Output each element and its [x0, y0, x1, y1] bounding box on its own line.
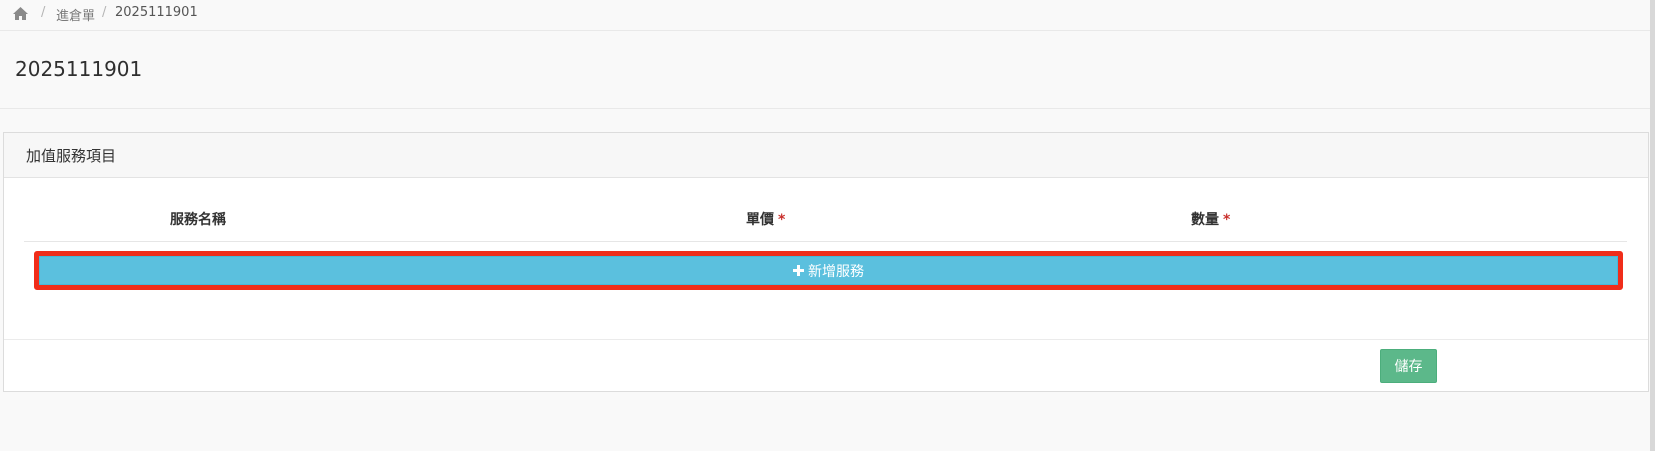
scrollbar[interactable] [1650, 0, 1655, 451]
plus-icon [793, 265, 804, 276]
table-header-divider [24, 241, 1627, 242]
column-header-service-name: 服務名稱 [170, 209, 226, 229]
breadcrumb-bar: / 進倉單 / 2025111901 [0, 0, 1650, 31]
save-button-label: 儲存 [1394, 359, 1423, 375]
home-icon[interactable] [12, 6, 29, 21]
required-mark: * [1223, 212, 1231, 228]
breadcrumb-separator: / [41, 5, 46, 20]
required-mark: * [778, 212, 786, 228]
save-button[interactable]: 儲存 [1380, 349, 1437, 383]
column-header-label: 單價 [746, 212, 774, 228]
breadcrumb-separator: / [102, 5, 107, 20]
column-header-label: 服務名稱 [170, 212, 226, 228]
column-header-quantity: 數量 * [1191, 209, 1230, 229]
breadcrumb-item-inbound-order[interactable]: 進倉單 [56, 5, 95, 24]
panel-heading: 加值服務項目 [4, 133, 1648, 178]
add-service-button-label: 新增服務 [808, 263, 864, 280]
page-title: 2025111901 [15, 57, 143, 81]
add-service-button[interactable]: 新增服務 [39, 256, 1618, 285]
divider [0, 108, 1650, 109]
panel-footer-divider [4, 339, 1648, 340]
column-header-label: 數量 [1191, 212, 1219, 228]
breadcrumb-item-current: 2025111901 [115, 5, 198, 20]
column-header-unit-price: 單價 * [746, 209, 785, 229]
panel-heading-title: 加值服務項目 [26, 147, 117, 165]
